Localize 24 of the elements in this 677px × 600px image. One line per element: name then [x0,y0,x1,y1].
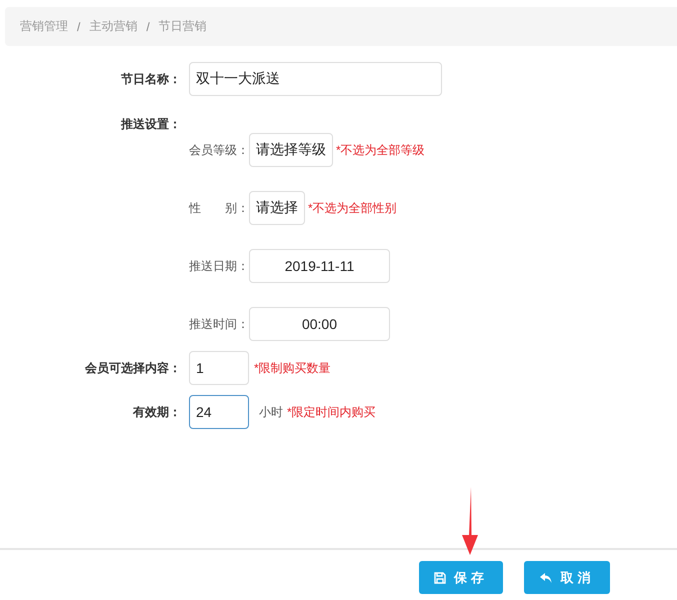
hint-text: *不选为全部性别 [308,200,397,216]
field-label: 推送设置： [120,116,181,133]
field-label: 会员等级： [189,142,249,158]
save-icon [434,572,446,584]
breadcrumb-separator: / [77,20,80,34]
field-label: 会员可选择内容： [84,360,181,376]
input-field[interactable]: 24 [189,395,249,429]
input-field[interactable]: 1 [189,351,249,385]
hint-text: *限定时间内购买 [287,404,376,420]
hint-text: *限制购买数量 [254,360,331,376]
field-label: 推送时间： [189,316,249,332]
field-label: 性 别： [189,200,249,216]
field-label: 有效期： [132,404,181,420]
picker-field[interactable]: 00:00 [249,307,390,341]
unit-text: 小时 [259,404,283,420]
field-label: 推送日期： [189,258,249,274]
select-field[interactable]: 请选择 [249,191,305,225]
name-input[interactable]: 双十一大派送 [189,62,442,96]
picker-field[interactable]: 2019-11-11 [249,249,390,283]
select-field[interactable]: 请选择等级 [249,133,333,167]
breadcrumb-separator: / [146,20,150,34]
hint-text: *不选为全部等级 [336,142,425,158]
undo-icon [540,572,552,584]
field-label: 节日名称： [120,70,181,88]
